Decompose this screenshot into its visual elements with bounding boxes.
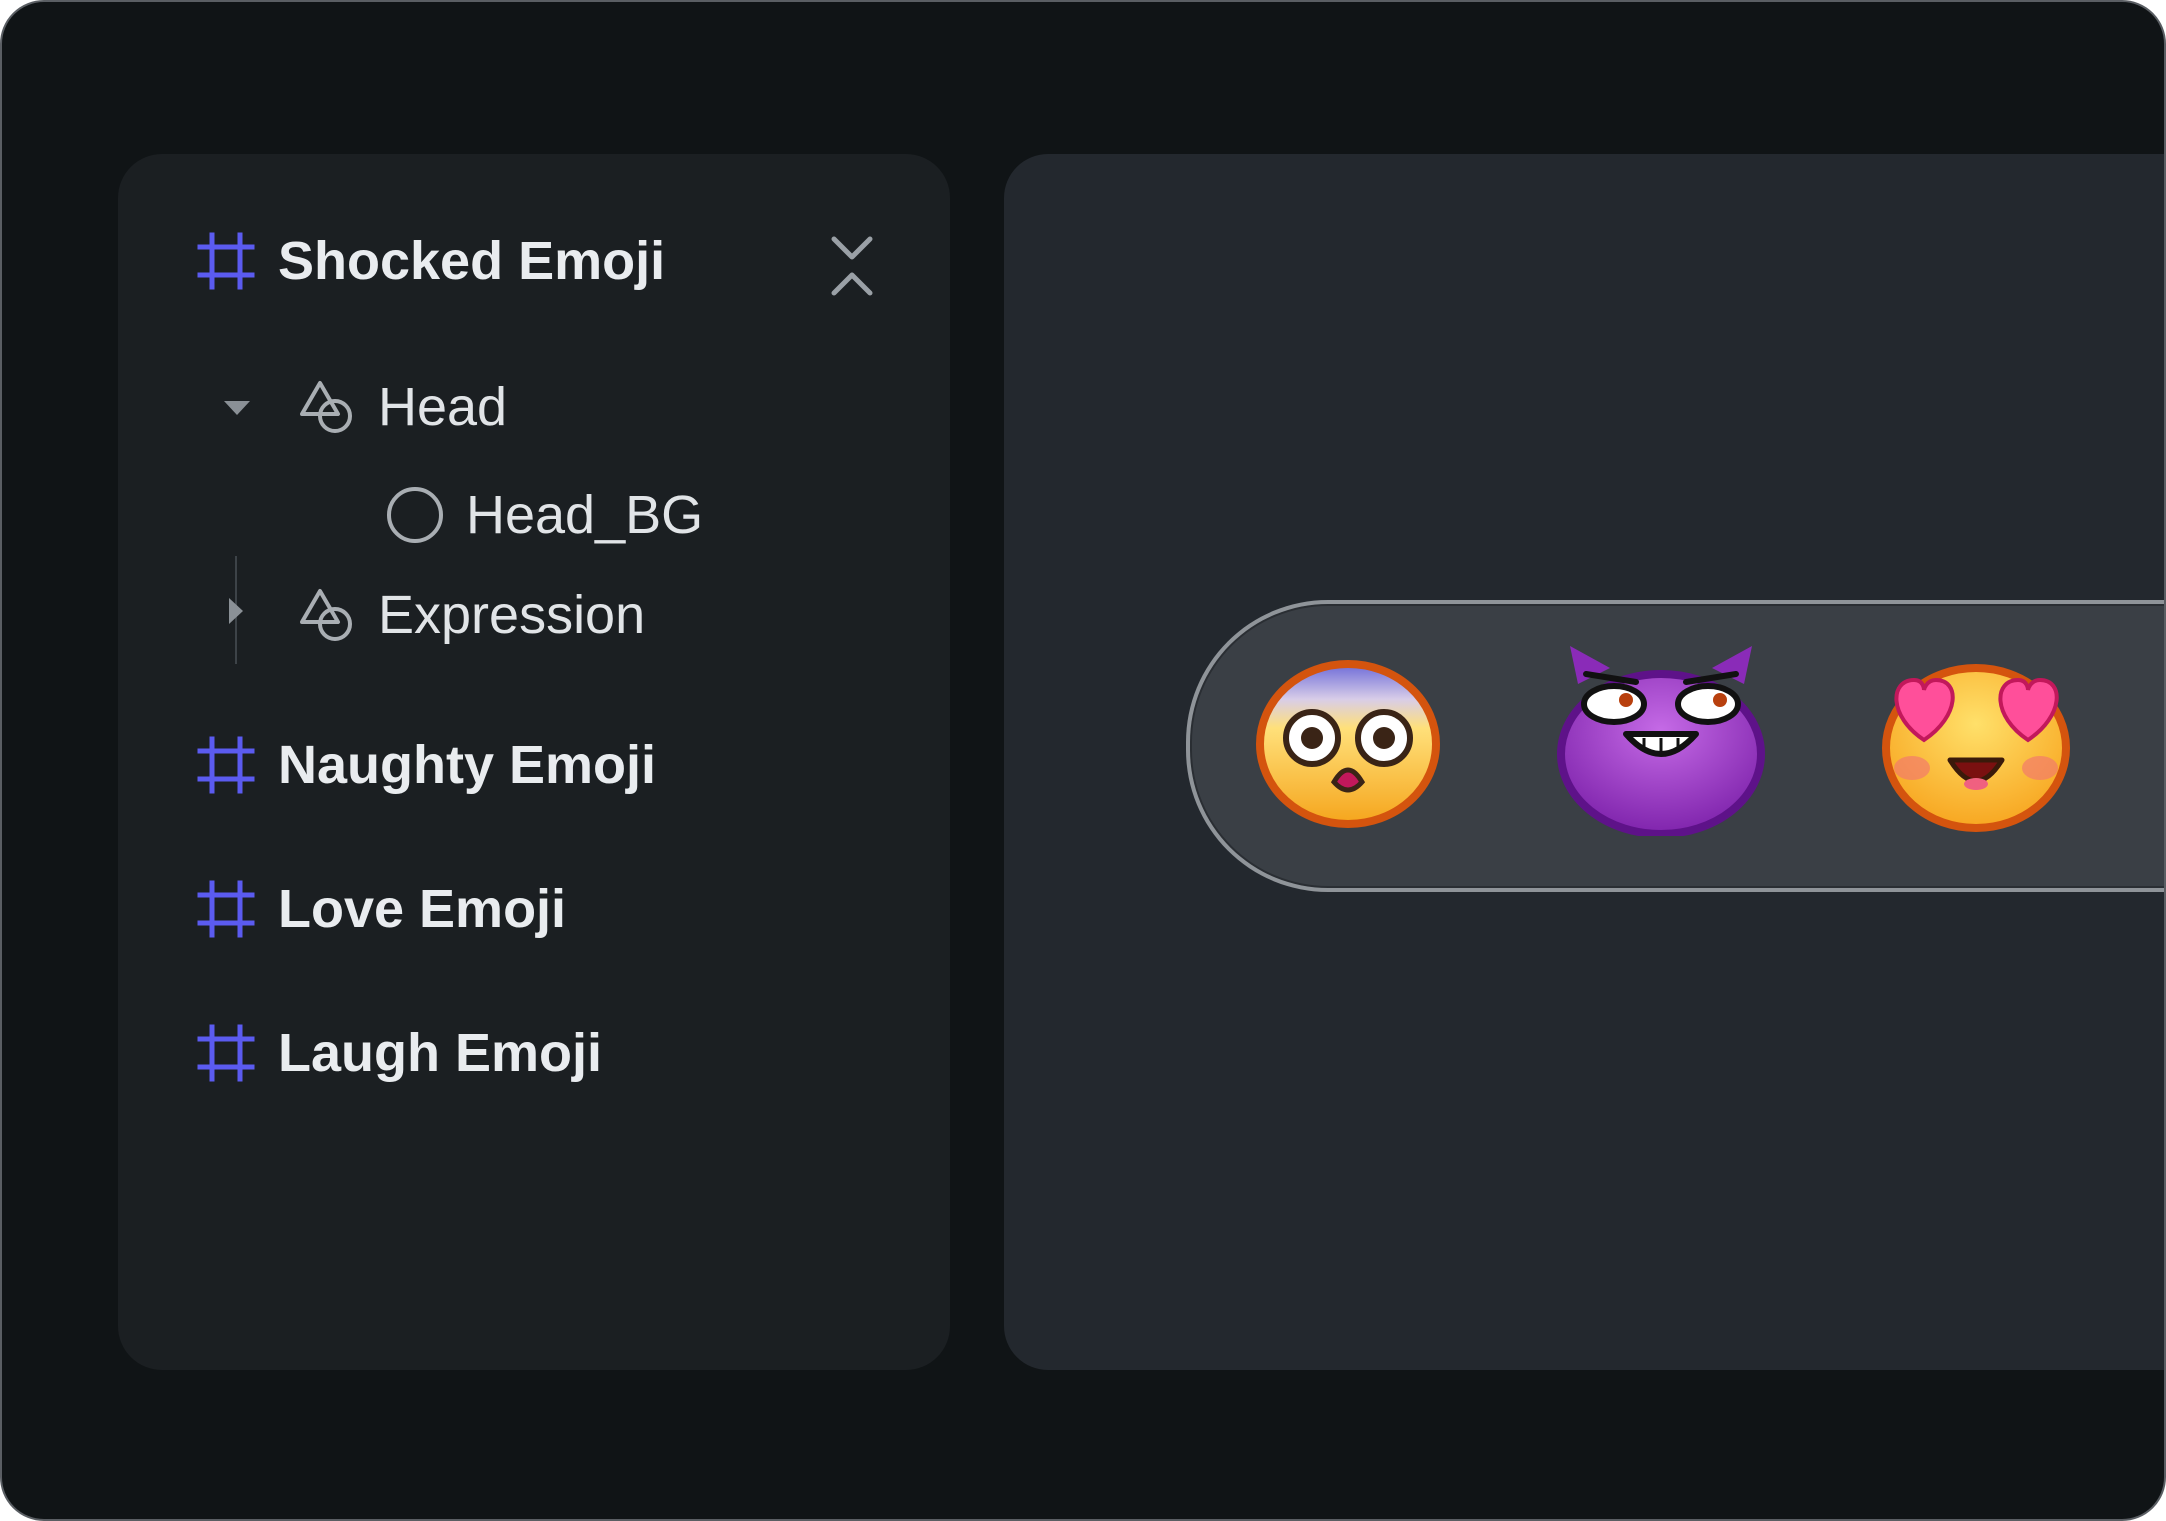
layer-frame-label: Love Emoji [278, 879, 567, 939]
collapse-all-icon[interactable] [824, 234, 880, 298]
layer-label: Head_BG [466, 485, 704, 545]
layer-group-expression[interactable]: Expression [298, 584, 645, 646]
layer-frame-label: Shocked Emoji [278, 231, 666, 291]
layer-group-head[interactable]: Head [298, 376, 507, 438]
layer-ellipse-head-bg[interactable]: Head_BG [386, 484, 703, 546]
caret-right-icon[interactable] [226, 596, 246, 626]
canvas-area[interactable] [1004, 154, 2164, 1370]
layer-frame-label: Laugh Emoji [278, 1023, 602, 1083]
app-window: Shocked Emoji Head Head_BG Expression Na… [0, 0, 2166, 1521]
layers-panel: Shocked Emoji Head Head_BG Expression Na… [118, 154, 950, 1370]
emoji-reaction-bar [1186, 600, 2164, 892]
layer-label: Expression [378, 585, 646, 645]
layer-frame-love[interactable]: Love Emoji [196, 878, 566, 940]
shocked-face-icon[interactable] [1254, 658, 1442, 830]
layer-frame-label: Naughty Emoji [278, 735, 657, 795]
ellipse-icon [387, 487, 443, 543]
smirking-devil-face-icon[interactable] [1556, 644, 1766, 836]
frame-icon [197, 1024, 255, 1082]
layer-label: Head [378, 377, 508, 437]
caret-down-icon[interactable] [222, 398, 252, 418]
frame-icon [197, 880, 255, 938]
layer-frame-laugh[interactable]: Laugh Emoji [196, 1022, 602, 1084]
frame-icon [197, 736, 255, 794]
layer-frame-naughty[interactable]: Naughty Emoji [196, 734, 656, 796]
shapes-icon [300, 381, 352, 433]
shapes-icon [300, 589, 352, 641]
heart-eyes-face-icon[interactable] [1876, 650, 2076, 834]
frame-icon [197, 232, 255, 290]
layer-frame-shocked[interactable]: Shocked Emoji [196, 230, 665, 292]
